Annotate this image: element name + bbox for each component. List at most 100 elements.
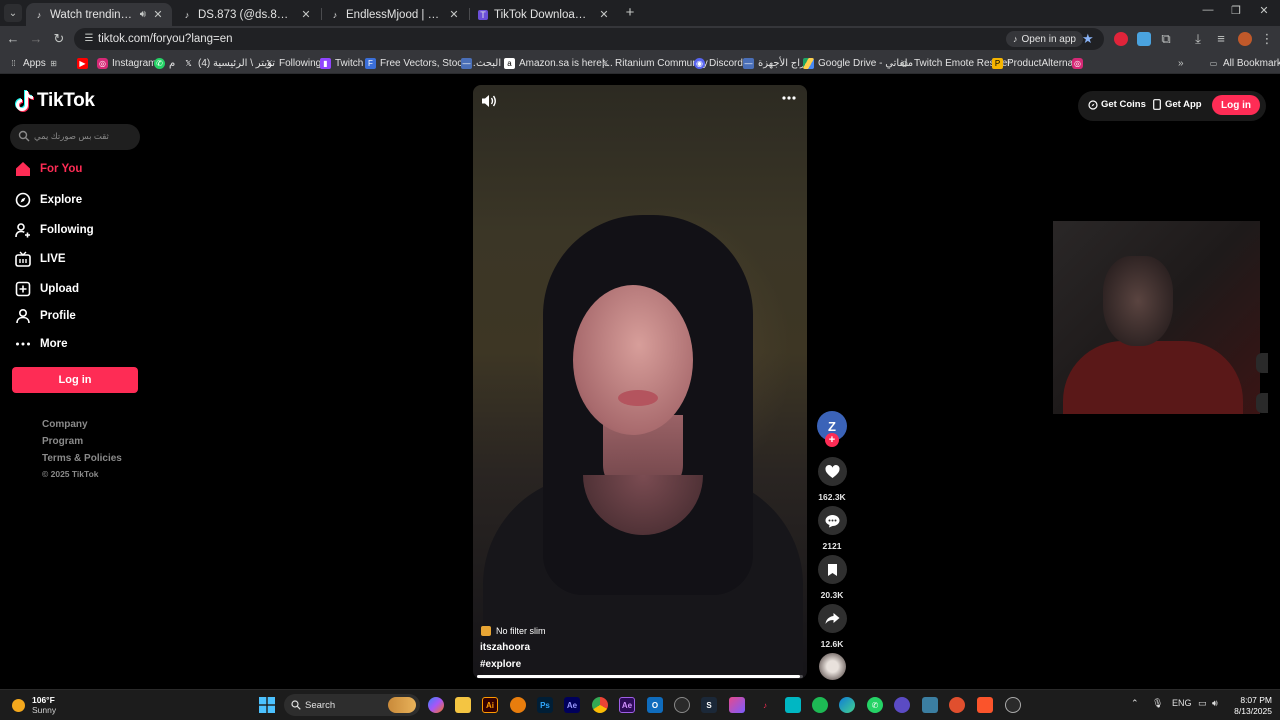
tray-overflow-icon[interactable]: ⌃ xyxy=(1131,698,1139,709)
minimize-icon[interactable]: — xyxy=(1198,4,1218,20)
url-text[interactable]: tiktok.com/foryou?lang=en xyxy=(98,33,233,45)
extensions-puzzle-icon[interactable]: ⧉ xyxy=(1158,31,1174,47)
chrome-icon[interactable] xyxy=(592,697,608,713)
share-button[interactable] xyxy=(817,604,847,633)
like-action[interactable]: 162.3K xyxy=(817,457,847,502)
app-orange-icon[interactable] xyxy=(949,697,965,713)
language-indicator[interactable]: ENG xyxy=(1172,698,1192,708)
share-action[interactable]: 12.6K xyxy=(817,604,847,649)
footer-company-link[interactable]: Company xyxy=(42,419,88,430)
bookmark-apps[interactable]: ⁞⁞ Apps xyxy=(8,56,46,70)
follow-plus-button[interactable]: + xyxy=(825,433,839,447)
app-purple-icon[interactable] xyxy=(894,697,910,713)
speaker-icon[interactable]: 🔊︎ xyxy=(140,9,146,20)
copilot-icon[interactable] xyxy=(428,697,444,713)
save-button[interactable] xyxy=(817,555,847,584)
new-tab-button[interactable]: + xyxy=(622,5,638,21)
blender-icon[interactable] xyxy=(510,697,526,713)
address-bar[interactable]: ☰ tiktok.com/foryou?lang=en ♪ Open in ap… xyxy=(74,28,1104,50)
sidebar-login-button[interactable]: Log in xyxy=(12,367,138,393)
nav-profile[interactable]: Profile xyxy=(14,306,76,326)
like-button[interactable] xyxy=(817,457,847,486)
close-window-icon[interactable]: ✕ xyxy=(1254,4,1274,20)
media-control-icon[interactable]: ≡ xyxy=(1213,31,1229,47)
whatsapp-icon[interactable]: ✆ xyxy=(867,697,883,713)
bookmark-ritanium[interactable]: 𝕏 Ritanium Community xyxy=(600,56,708,70)
nav-upload[interactable]: Upload xyxy=(14,279,79,299)
download-icon[interactable]: ⤓ xyxy=(1190,31,1206,47)
nav-for-you[interactable]: For You xyxy=(14,159,82,179)
extension-red-icon[interactable] xyxy=(1114,32,1128,46)
save-action[interactable]: 20.3K xyxy=(817,555,847,600)
app-gear-icon[interactable] xyxy=(1005,697,1021,713)
browser-menu-icon[interactable]: ⋮ xyxy=(1259,31,1275,47)
footer-terms-link[interactable]: Terms & Policies xyxy=(42,453,122,464)
tiktok-logo[interactable]: TikTok xyxy=(14,90,95,112)
bookmark-amazon[interactable]: a Amazon.sa is here|... xyxy=(504,56,613,70)
display-icon[interactable]: ▭ xyxy=(1198,698,1207,709)
video-player[interactable]: No filter slim itszahoora #explore xyxy=(473,85,807,679)
microphone-icon[interactable]: 🎙︎ xyxy=(1152,698,1163,709)
bookmark-google-drive[interactable]: Google Drive - ملفاتي xyxy=(803,56,913,70)
bookmark-free-vectors[interactable]: F Free Vectors, Stock... xyxy=(365,56,476,70)
bookmark-instagram[interactable]: ◎ Instagram xyxy=(97,56,156,70)
bookmark-discord[interactable]: ◉ Discord xyxy=(694,56,743,70)
search-input[interactable]: ثقت بس صورتك يمي xyxy=(10,124,140,150)
tab-ds873[interactable]: ♪ DS.873 (@ds.873) | TikTok ✕ xyxy=(174,3,320,26)
bookmark-twitter-home[interactable]: 𝕏 تويتر \ الرئيسية (4) xyxy=(183,56,275,70)
video-options-icon[interactable] xyxy=(782,96,796,100)
app-window-icon[interactable] xyxy=(922,697,938,713)
close-tab-icon[interactable]: ✕ xyxy=(448,8,460,21)
steam-icon[interactable]: S xyxy=(701,697,717,713)
bookmark-grid[interactable]: ⊞ xyxy=(48,56,63,70)
windows-start-icon[interactable] xyxy=(259,697,275,713)
music-disc-avatar[interactable] xyxy=(819,653,846,680)
header-login-button[interactable]: Log in xyxy=(1212,95,1260,115)
premiere-icon[interactable]: Ae xyxy=(619,697,635,713)
system-clock[interactable]: 8:07 PM 8/13/2025 xyxy=(1230,695,1272,717)
nav-following[interactable]: Following xyxy=(14,220,94,240)
weather-widget[interactable]: 106°F Sunny xyxy=(12,695,56,715)
volume-tray-icon[interactable]: 🔊︎ xyxy=(1212,698,1218,709)
volume-icon[interactable] xyxy=(481,94,497,108)
extension-blue-icon[interactable] xyxy=(1137,32,1151,46)
close-tab-icon[interactable]: ✕ xyxy=(598,8,610,21)
bookmarks-overflow-icon[interactable]: » xyxy=(1178,56,1184,70)
bookmark-all-bookmarks[interactable]: ▭All Bookmarks xyxy=(1208,56,1280,70)
illustrator-icon[interactable]: Ai xyxy=(482,697,498,713)
store-icon[interactable] xyxy=(785,697,801,713)
after-effects-icon[interactable]: Ae xyxy=(564,697,580,713)
scroll-up-button[interactable] xyxy=(1256,353,1268,373)
profile-avatar-icon[interactable] xyxy=(1238,32,1252,46)
bookmark-star-icon[interactable]: ★ xyxy=(1082,31,1094,47)
bookmark-following[interactable]: 𝕏 Following xyxy=(264,56,321,70)
tiktok-taskbar-icon[interactable]: ♪ xyxy=(757,697,773,713)
get-coins-button[interactable]: Get Coins xyxy=(1088,99,1146,110)
close-tab-icon[interactable]: ✕ xyxy=(152,8,164,21)
open-in-app-button[interactable]: ♪ Open in app xyxy=(1006,31,1083,47)
tab-tiktok-foryou[interactable]: ♪ Watch trending videos for y 🔊︎ ✕ xyxy=(26,3,172,26)
video-hashtag[interactable]: #explore xyxy=(480,659,521,670)
taskbar-search-box[interactable]: Search xyxy=(284,694,420,716)
video-progress-bar[interactable] xyxy=(477,675,803,678)
edge-icon[interactable] xyxy=(839,697,855,713)
bookmark-whatsapp[interactable]: ✆ م xyxy=(154,56,175,70)
get-app-button[interactable]: Get App xyxy=(1152,99,1202,110)
scroll-down-button[interactable] xyxy=(1256,393,1268,413)
nav-live[interactable]: LIVE xyxy=(14,249,66,269)
bookmark-instagram-2[interactable]: ◎ xyxy=(1072,56,1087,70)
nav-more[interactable]: More xyxy=(14,334,67,354)
maximize-icon[interactable]: ❐ xyxy=(1226,4,1246,20)
tab-tiktok-downloader[interactable]: T TikTok Downloader - Downloa ✕ xyxy=(470,3,618,26)
nav-explore[interactable]: Explore xyxy=(14,190,82,210)
footer-program-link[interactable]: Program xyxy=(42,436,83,447)
tab-endlessmjood[interactable]: ♪ EndlessMjood | (@endlessmjoo ✕ xyxy=(322,3,468,26)
photoshop-icon[interactable]: Ps xyxy=(537,697,553,713)
comment-action[interactable]: 2121 xyxy=(817,506,847,551)
close-tab-icon[interactable]: ✕ xyxy=(300,8,312,21)
site-info-icon[interactable]: ☰ xyxy=(82,32,96,46)
bookmark-twitch[interactable]: ▮ Twitch xyxy=(320,56,363,70)
file-explorer-icon[interactable] xyxy=(455,697,471,713)
spotify-icon[interactable] xyxy=(812,697,828,713)
reload-icon[interactable]: ↻ xyxy=(51,31,67,47)
